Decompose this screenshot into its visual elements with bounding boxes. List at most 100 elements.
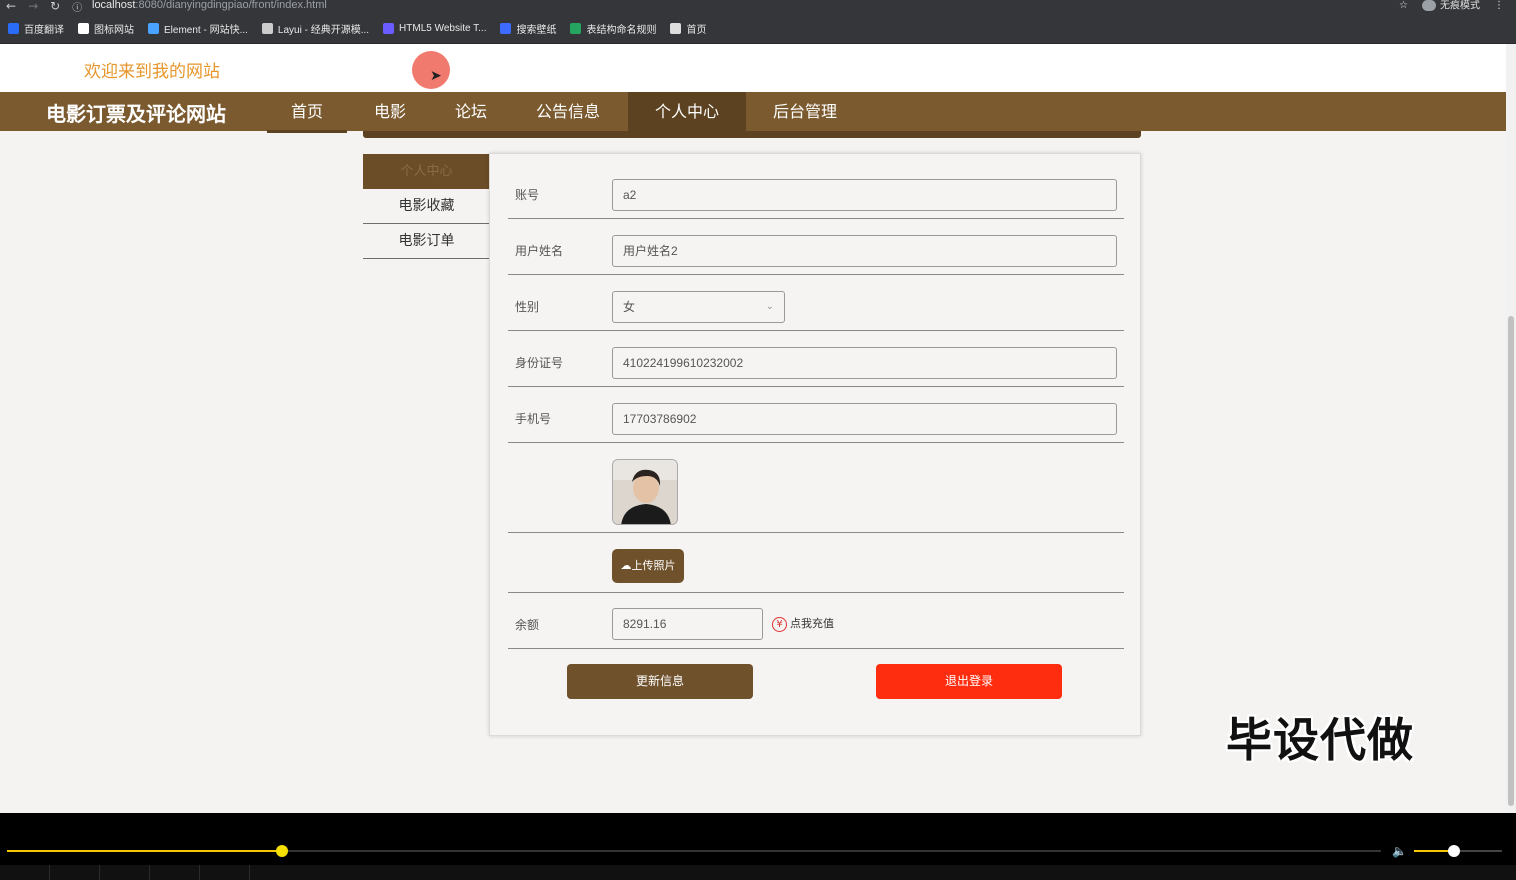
player-segment [150, 865, 200, 880]
bookmark-favicon-icon [383, 23, 395, 34]
page-viewport: 欢迎来到我的网站 ➤ 电影订票及评论网站 首页 电影 论坛 公告信息 个人中心 … [0, 44, 1506, 813]
nav-home-underline [267, 130, 347, 133]
sidebar-item-personal-center[interactable]: 个人中心 [363, 154, 490, 189]
bookmark-favicon-icon [570, 23, 582, 34]
recharge-link[interactable]: ¥ 点我充值 [772, 615, 834, 632]
bookmark-favicon-icon [670, 23, 682, 34]
upload-photo-button[interactable]: ☁上传照片 [612, 549, 684, 583]
player-segment [50, 865, 100, 880]
gender-select[interactable]: 女 ⌄ [612, 291, 785, 323]
sidebar-item-orders[interactable]: 电影订单 [363, 224, 490, 259]
back-icon[interactable]: ← [6, 0, 16, 14]
nav-forum[interactable]: 论坛 [438, 92, 504, 131]
forward-icon[interactable]: → [28, 0, 38, 14]
mouse-cursor-icon: ➤ [430, 68, 442, 84]
watermark-text: 毕设代做 [1226, 713, 1414, 767]
video-player-bar: 🔈 [0, 813, 1516, 880]
profile-label: 无痕模式 [1440, 0, 1480, 12]
profile-chip[interactable]: 无痕模式 [1422, 0, 1480, 12]
avatar [612, 459, 678, 525]
gender-value: 女 [623, 300, 636, 314]
bookmark-label: 搜索壁纸 [516, 25, 557, 36]
menu-icon[interactable]: ⋮ [1494, 0, 1504, 11]
bookmark-favicon-icon [261, 23, 273, 34]
player-segment [200, 865, 250, 880]
balance-input[interactable]: 8291.16 [612, 608, 763, 640]
sidebar: 个人中心 电影收藏 电影订单 [363, 154, 490, 259]
browser-nav: ← → ↻ ⓘ [6, 0, 82, 14]
bookmark-item[interactable]: 表结构命名规则 [570, 21, 656, 36]
nav-admin[interactable]: 后台管理 [757, 92, 853, 131]
incognito-icon [1422, 0, 1436, 11]
player-segment [0, 865, 50, 880]
avatar-image [613, 460, 677, 524]
bookmark-item[interactable]: 图标网站 [78, 21, 134, 36]
bookmark-item[interactable]: Element - 网站快... [148, 21, 248, 36]
url-path: :8080/dianyingdingpiao/front/index.html [135, 0, 327, 11]
name-label: 用户姓名 [515, 244, 564, 258]
form-row-idcard: 身份证号 410224199610232002 [508, 331, 1124, 387]
volume-knob[interactable] [1447, 845, 1460, 857]
upload-label: 上传照片 [631, 559, 676, 572]
main-navbar: 电影订票及评论网站 首页 电影 论坛 公告信息 个人中心 后台管理 [0, 92, 1506, 131]
volume-track[interactable] [1414, 845, 1502, 857]
site-title[interactable]: 电影订票及评论网站 [46, 98, 226, 127]
bookmark-label: 图标网站 [94, 25, 134, 36]
form-row-name: 用户姓名 用户姓名2 [508, 219, 1124, 275]
name-input[interactable]: 用户姓名2 [612, 235, 1117, 267]
account-input[interactable]: a2 [612, 179, 1117, 211]
form-row-gender: 性别 女 ⌄ [508, 275, 1124, 331]
browser-toolbar: ← → ↻ ⓘ localhost:8080/dianyingdingpiao/… [0, 0, 1516, 14]
update-info-button[interactable]: 更新信息 [567, 664, 753, 699]
progress-knob[interactable] [275, 845, 288, 857]
form-row-phone: 手机号 17703786902 [508, 387, 1124, 443]
progress-track[interactable] [7, 845, 1381, 857]
browser-actions: ☆ 无痕模式 ⋮ [1399, 0, 1504, 12]
bookmark-favicon-icon [78, 23, 89, 34]
form-row-balance: 余额 8291.16 ¥ 点我充值 [508, 593, 1124, 649]
form-row-upload: ☁上传照片 [508, 533, 1124, 593]
scrollbar-thumb[interactable] [1508, 316, 1514, 806]
info-icon[interactable]: ⓘ [72, 0, 82, 14]
bookmark-label: Element - 网站快... [164, 25, 248, 36]
volume-icon[interactable]: 🔈 [1392, 844, 1407, 858]
form-row-account: 账号 a2 [508, 154, 1124, 219]
phone-label: 手机号 [515, 412, 552, 426]
account-label: 账号 [515, 188, 540, 202]
player-bottom-strip [0, 865, 1516, 880]
nav-home[interactable]: 首页 [267, 92, 347, 131]
bookmark-item[interactable]: 搜索壁纸 [500, 21, 556, 36]
chevron-down-icon: ⌄ [765, 301, 774, 312]
nav-announcements[interactable]: 公告信息 [520, 92, 616, 131]
idcard-input[interactable]: 410224199610232002 [612, 347, 1117, 379]
star-icon[interactable]: ☆ [1399, 0, 1408, 11]
phone-input[interactable]: 17703786902 [612, 403, 1117, 435]
bookmark-label: HTML5 Website T... [399, 23, 487, 34]
bookmark-label: 首页 [686, 25, 707, 36]
bookmark-label: 表结构命名规则 [586, 25, 657, 36]
balance-label: 余额 [515, 618, 540, 632]
reload-icon[interactable]: ↻ [50, 0, 60, 14]
address-bar[interactable]: localhost:8080/dianyingdingpiao/front/in… [92, 0, 327, 11]
idcard-label: 身份证号 [515, 356, 564, 370]
bookmark-item[interactable]: 百度翻译 [8, 21, 64, 36]
sidebar-item-favorites[interactable]: 电影收藏 [363, 189, 490, 224]
bookmark-label: Layui - 经典开源模... [277, 25, 370, 36]
bookmark-item[interactable]: Layui - 经典开源模... [261, 21, 370, 36]
content-top-strip [363, 131, 1141, 138]
welcome-bar: 欢迎来到我的网站 ➤ [0, 44, 1506, 92]
bookmarks-bar: 百度翻译 图标网站 Element - 网站快... Layui - 经典开源模...… [0, 14, 1516, 44]
bookmark-favicon-icon [8, 23, 19, 34]
bookmark-item[interactable]: HTML5 Website T... [383, 23, 486, 34]
logout-button[interactable]: 退出登录 [876, 664, 1062, 699]
gender-label: 性别 [515, 300, 540, 314]
form-row-photo [508, 443, 1124, 533]
cloud-upload-icon: ☁ [620, 559, 632, 572]
bookmark-item[interactable]: 首页 [670, 21, 706, 36]
player-segment [100, 865, 150, 880]
page-scrollbar[interactable] [1506, 44, 1516, 813]
nav-movies[interactable]: 电影 [357, 92, 423, 131]
url-host: localhost [92, 0, 136, 11]
bookmark-label: 百度翻译 [24, 25, 64, 36]
nav-personal-center[interactable]: 个人中心 [628, 92, 746, 131]
